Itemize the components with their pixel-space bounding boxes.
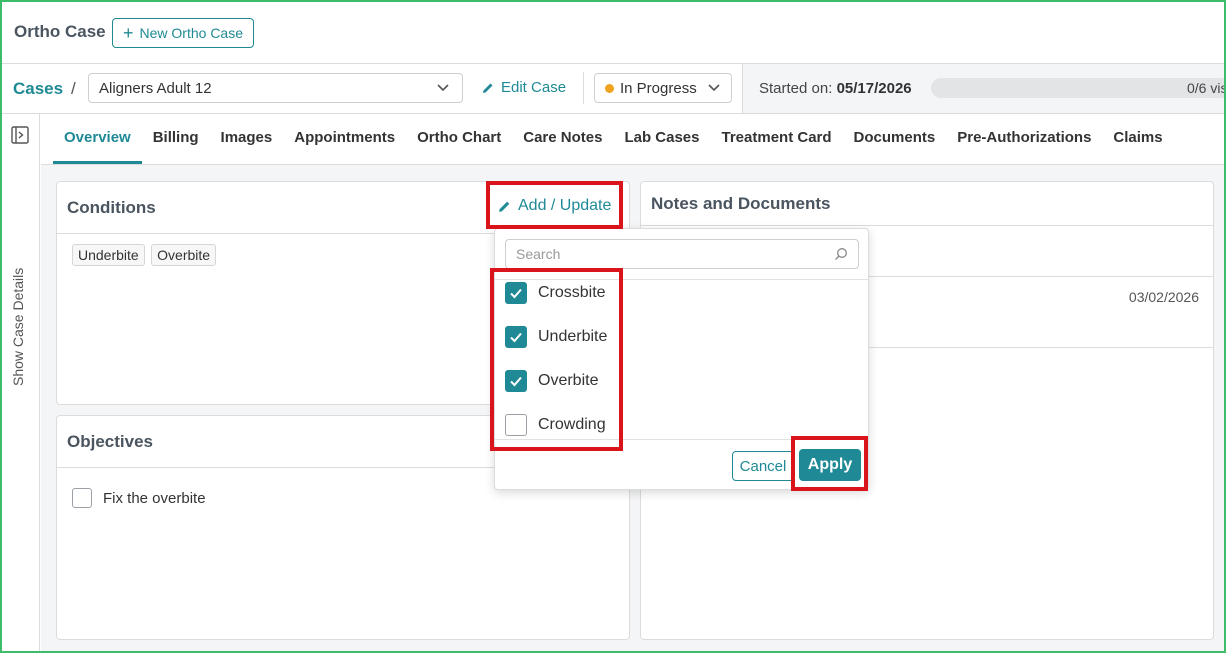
divider <box>495 279 868 280</box>
tab-pre-authorizations[interactable]: Pre-Authorizations <box>946 129 1102 164</box>
checked-checkbox[interactable] <box>505 370 527 392</box>
conditions-title: Conditions <box>67 198 156 217</box>
condition-option[interactable]: Underbite <box>505 326 607 348</box>
tab-lab-cases[interactable]: Lab Cases <box>613 129 710 164</box>
expand-panel-icon[interactable] <box>11 126 29 144</box>
checked-checkbox[interactable] <box>505 282 527 304</box>
status-select[interactable]: In Progress <box>594 73 732 103</box>
condition-tag: Underbite <box>72 244 145 266</box>
case-tabs: Overview Billing Images Appointments Ortho C… <box>41 114 1224 165</box>
tab-claims[interactable]: Claims <box>1102 129 1173 164</box>
case-select[interactable]: Aligners Adult 12 <box>88 73 463 103</box>
top-bar: Ortho Case + New Ortho Case <box>2 2 1224 64</box>
new-ortho-case-button[interactable]: + New Ortho Case <box>112 18 254 48</box>
add-update-label: Add / Update <box>518 197 612 214</box>
tab-documents[interactable]: Documents <box>843 129 947 164</box>
condition-option-label: Crowding <box>538 416 606 433</box>
breadcrumb-cases-link[interactable]: Cases <box>13 79 63 99</box>
plus-icon: + <box>123 23 134 43</box>
divider <box>583 72 584 104</box>
checkmark-icon <box>510 332 522 343</box>
page-title: Ortho Case <box>14 22 106 41</box>
tab-appointments[interactable]: Appointments <box>283 129 406 164</box>
started-on-text: Started on: 05/17/2026 <box>759 80 912 97</box>
cancel-button[interactable]: Cancel <box>732 451 794 481</box>
condition-option-label: Crossbite <box>538 284 606 301</box>
notes-title: Notes and Documents <box>651 194 831 213</box>
condition-option[interactable]: Crowding <box>505 414 606 436</box>
edit-case-label: Edit Case <box>501 79 567 96</box>
case-details-sidebar[interactable]: Show Case Details <box>2 114 40 651</box>
checkbox[interactable] <box>505 414 527 436</box>
objective-checkbox[interactable] <box>72 488 92 508</box>
tab-overview[interactable]: Overview <box>53 129 142 164</box>
condition-option-label: Overbite <box>538 372 599 389</box>
condition-tag: Overbite <box>151 244 217 266</box>
pencil-icon <box>499 201 510 212</box>
tab-ortho-chart[interactable]: Ortho Chart <box>406 129 512 164</box>
visits-progress-bar <box>931 78 1226 98</box>
condition-tags: Underbite Overbite <box>72 244 218 266</box>
checkmark-icon <box>510 288 522 299</box>
objective-item: Fix the overbite <box>72 488 206 508</box>
add-update-conditions-button[interactable]: Add / Update <box>497 197 611 215</box>
started-on-date: 05/17/2026 <box>836 80 912 97</box>
conditions-header: Conditions Add / Update <box>57 182 629 234</box>
status-select-value: In Progress <box>620 79 697 97</box>
new-ortho-case-label: New Ortho Case <box>139 25 243 41</box>
breadcrumb-separator: / <box>71 79 76 98</box>
case-progress-area: Started on: 05/17/2026 0/6 vis <box>742 64 1226 113</box>
search-placeholder: Search <box>516 246 561 262</box>
checked-checkbox[interactable] <box>505 326 527 348</box>
tab-billing[interactable]: Billing <box>142 129 210 164</box>
chevron-down-icon <box>437 84 449 92</box>
tab-care-notes[interactable]: Care Notes <box>512 129 613 164</box>
condition-option-label: Underbite <box>538 328 608 345</box>
show-case-details-label[interactable]: Show Case Details <box>10 268 26 386</box>
checkmark-icon <box>510 376 522 387</box>
conditions-dropdown: Search Crossbite Underbite Overbite Crowdin… <box>494 228 869 490</box>
apply-button[interactable]: Apply <box>799 449 861 481</box>
case-bar: Cases / Aligners Adult 12 Edit Case In P… <box>2 64 1226 114</box>
note-date: 03/02/2026 <box>1128 289 1199 305</box>
status-dot-icon <box>605 83 614 93</box>
objective-label: Fix the overbite <box>103 489 206 507</box>
started-on-label: Started on: <box>759 80 833 97</box>
chevron-down-icon <box>708 84 720 92</box>
pencil-icon <box>483 83 493 93</box>
condition-option[interactable]: Overbite <box>505 370 598 392</box>
edit-case-button[interactable]: Edit Case <box>481 79 566 96</box>
condition-option[interactable]: Crossbite <box>505 282 606 304</box>
tab-treatment-card[interactable]: Treatment Card <box>711 129 843 164</box>
tab-images[interactable]: Images <box>210 129 284 164</box>
divider <box>495 439 868 440</box>
objectives-title: Objectives <box>67 432 153 451</box>
search-icon <box>835 248 847 260</box>
case-select-value: Aligners Adult 12 <box>99 79 212 97</box>
visits-progress-text: 0/6 vis <box>1187 80 1226 96</box>
notes-header: Notes and Documents <box>641 182 1213 226</box>
conditions-search-input[interactable]: Search <box>505 239 859 269</box>
